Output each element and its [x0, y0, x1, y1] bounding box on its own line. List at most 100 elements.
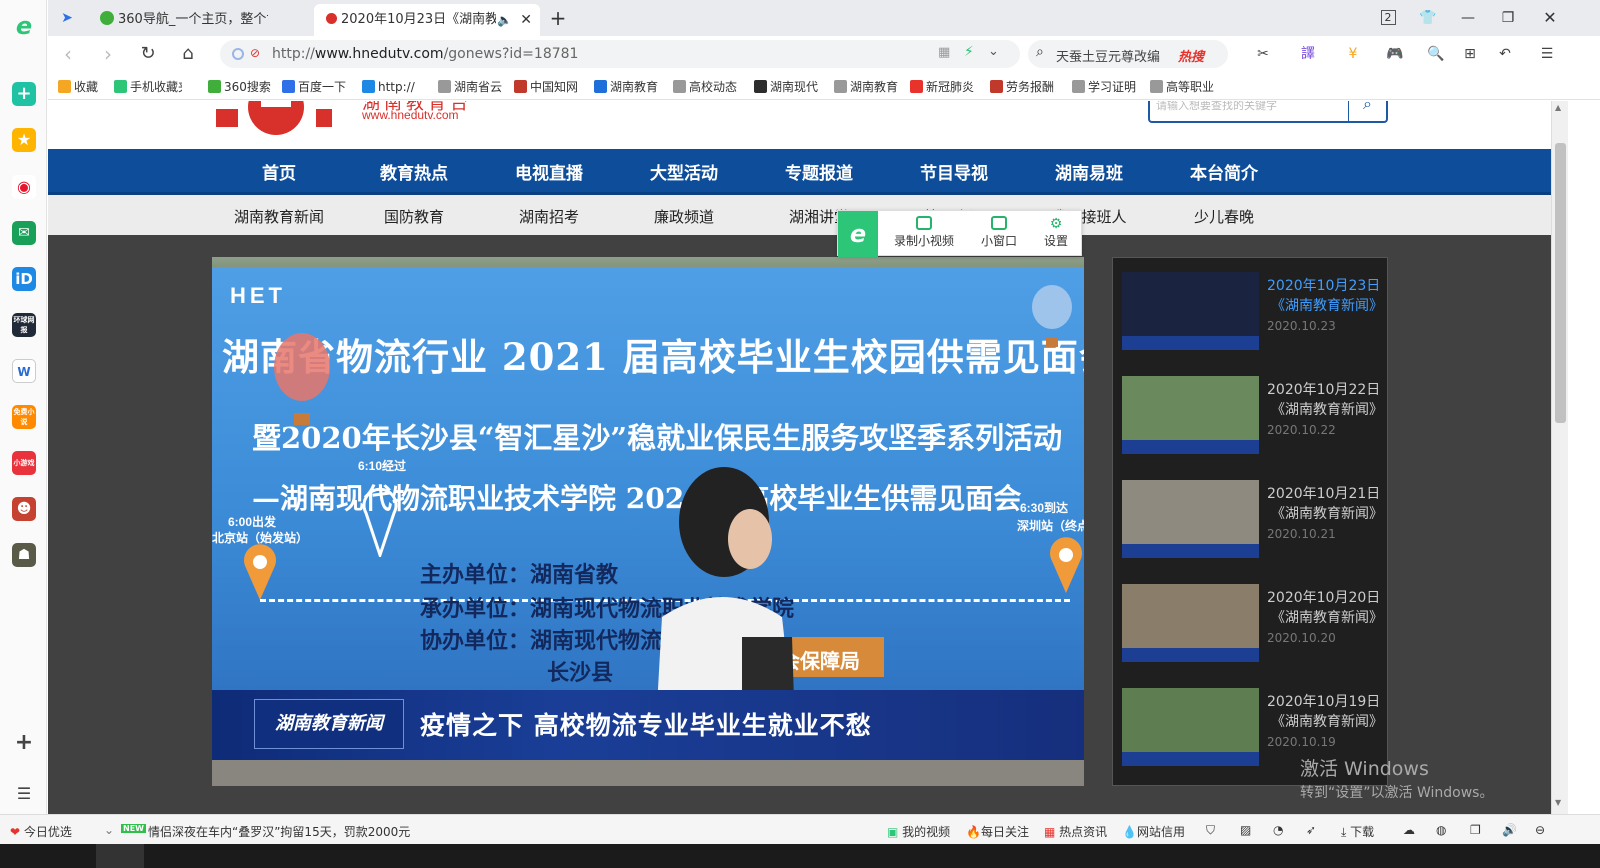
- playlist-item[interactable]: 2020年10月22日 《湖南教育新闻》 2020.10.22: [1122, 376, 1384, 456]
- speedometer-icon[interactable]: ◔: [1273, 823, 1283, 837]
- nav-main-item[interactable]: 湖南易班: [1039, 159, 1139, 184]
- bookmark-item[interactable]: 360搜索: [208, 78, 271, 96]
- bookmark-item[interactable]: 新冠肺炎: [910, 78, 974, 96]
- bookmark-item[interactable]: 湖南省云: [438, 78, 502, 96]
- playlist-title[interactable]: 《湖南教育新闻》: [1271, 295, 1383, 315]
- playlist-item[interactable]: 2020年10月20日 《湖南教育新闻》 2020.10.20: [1122, 584, 1384, 664]
- coin-icon[interactable]: ¥: [1338, 44, 1368, 64]
- bookmark-item[interactable]: 学习证明: [1072, 78, 1136, 96]
- scroll-down-icon[interactable]: ▼: [1555, 798, 1561, 807]
- star-icon[interactable]: ★: [12, 128, 36, 152]
- record-video-button[interactable]: 录制小视频: [884, 216, 964, 249]
- minimize-icon[interactable]: —: [1453, 4, 1483, 32]
- playlist-thumbnail[interactable]: [1122, 272, 1259, 350]
- mail-icon[interactable]: ✉: [12, 221, 36, 245]
- bookmark-item[interactable]: 中国知网: [514, 78, 578, 96]
- tab-360[interactable]: 360导航_一个主页，整个世界: [96, 4, 311, 36]
- volume-icon[interactable]: 🔊: [1502, 823, 1517, 837]
- dropdown-icon[interactable]: ⌄: [988, 44, 999, 59]
- bookmark-item[interactable]: 收藏: [58, 78, 98, 96]
- playlist-title[interactable]: 《湖南教育新闻》: [1271, 711, 1383, 731]
- news-icon[interactable]: 环球网报: [12, 313, 36, 337]
- playlist-item[interactable]: 2020年10月21日 《湖南教育新闻》 2020.10.21: [1122, 480, 1384, 560]
- bookmark-item[interactable]: http://: [362, 78, 415, 96]
- address-bar[interactable]: ⊘ http://www.hnedutv.com/gonews?id=18781…: [220, 40, 1020, 68]
- playlist-date[interactable]: 2020年10月19日: [1267, 691, 1380, 711]
- search-suggestion[interactable]: 天蚕土豆元尊改编: [1056, 46, 1171, 65]
- bookmark-item[interactable]: 百度一下: [282, 78, 346, 96]
- window-icon[interactable]: ❐: [1470, 823, 1481, 837]
- add-icon[interactable]: +: [12, 731, 36, 755]
- cloud-icon[interactable]: ☁: [1403, 823, 1415, 837]
- site-search-icon[interactable]: ⌕: [1348, 101, 1386, 121]
- shirt-icon[interactable]: 👕: [1413, 4, 1443, 32]
- playlist-item[interactable]: 2020年10月19日 《湖南教育新闻》 2020.10.19: [1122, 688, 1384, 768]
- hot-news-button[interactable]: ▦ 热点资讯: [1044, 823, 1107, 840]
- gamepad-icon[interactable]: 🎮: [1380, 44, 1410, 64]
- hot-search-label[interactable]: 热搜: [1178, 46, 1204, 65]
- my-video-button[interactable]: ▣ 我的视频: [887, 823, 950, 840]
- pubg-icon[interactable]: ☗: [12, 543, 36, 567]
- shield-icon[interactable]: ⛉: [1206, 823, 1215, 838]
- novel-icon[interactable]: 免费小说: [12, 405, 36, 429]
- refresh-icon[interactable]: ↻: [134, 40, 162, 68]
- close-window-icon[interactable]: ✕: [1535, 4, 1565, 32]
- game2-icon[interactable]: ☻: [12, 497, 36, 521]
- bookmark-item[interactable]: 高校动态: [673, 78, 737, 96]
- search-box[interactable]: ⌕ 天蚕土豆元尊改编 热搜: [1028, 40, 1228, 68]
- bookmark-item[interactable]: 劳务报酬: [990, 78, 1054, 96]
- playlist-thumbnail[interactable]: [1122, 688, 1259, 766]
- navigate-icon[interactable]: ➤: [52, 4, 82, 32]
- site-logo[interactable]: [216, 101, 356, 135]
- playlist-thumbnail[interactable]: [1122, 480, 1259, 558]
- tab-hnedutv[interactable]: 2020年10月23日《湖南教育新 🔈 ✕: [314, 4, 540, 36]
- site-search-box[interactable]: 请输入想要查找的关键字 ⌕: [1148, 101, 1388, 123]
- nav-sub-item[interactable]: 湖南招考: [489, 206, 609, 227]
- daily-focus-button[interactable]: 🔥每日关注: [966, 823, 1029, 840]
- image-icon[interactable]: ▨: [1240, 823, 1251, 837]
- playlist-date[interactable]: 2020年10月20日: [1267, 587, 1380, 607]
- playlist-thumbnail[interactable]: [1122, 584, 1259, 662]
- nav-main-item[interactable]: 电视直播: [499, 159, 599, 184]
- bookmark-item[interactable]: 湖南教育: [594, 78, 658, 96]
- download-button[interactable]: ⤓ 下载: [1341, 823, 1374, 840]
- taskbar-active-item[interactable]: [96, 844, 144, 868]
- scroll-thumb[interactable]: [1555, 143, 1566, 423]
- qr-icon[interactable]: ▦: [938, 45, 950, 60]
- url-text[interactable]: http://www.hnedutv.com/gonews?id=18781: [272, 40, 578, 68]
- settings-button[interactable]: ⚙ 设置: [1034, 216, 1078, 249]
- news-ticker[interactable]: 情侣深夜在车内“叠罗汉”拘留15天，罚款2000元: [148, 823, 410, 840]
- nav-sub-item[interactable]: 湖南教育新闻: [219, 206, 339, 227]
- speed-icon[interactable]: ⚡: [964, 44, 974, 60]
- playlist-title[interactable]: 《湖南教育新闻》: [1271, 503, 1383, 523]
- doc-icon[interactable]: W: [12, 359, 36, 383]
- tab-count-badge[interactable]: 2: [1373, 4, 1403, 32]
- today-picks[interactable]: ❤ 今日优选: [10, 823, 72, 840]
- bookmark-item[interactable]: 湖南教育: [834, 78, 898, 96]
- mini-window-button[interactable]: 小窗口: [970, 216, 1028, 249]
- playlist-date[interactable]: 2020年10月23日: [1267, 275, 1380, 295]
- playlist-thumbnail[interactable]: [1122, 376, 1259, 454]
- weibo-icon[interactable]: ◉: [12, 175, 36, 199]
- translate-icon[interactable]: 譯: [1293, 44, 1323, 64]
- menu-icon[interactable]: ☰: [12, 782, 36, 806]
- close-tab-icon[interactable]: ✕: [520, 4, 532, 36]
- nav-main-item[interactable]: 教育热点: [364, 159, 464, 184]
- plus-icon[interactable]: +: [12, 82, 36, 106]
- apps-grid-icon[interactable]: ⊞: [1455, 44, 1485, 64]
- forward-icon[interactable]: ›: [94, 40, 122, 68]
- nav-main-item[interactable]: 节目导视: [904, 159, 1004, 184]
- main-menu-icon[interactable]: ☰: [1532, 44, 1562, 64]
- bookmark-item[interactable]: 手机收藏夹: [114, 78, 182, 96]
- restore-icon[interactable]: ❐: [1493, 4, 1523, 32]
- e-icon[interactable]: e: [12, 14, 36, 38]
- cut-icon[interactable]: ✂: [1248, 44, 1278, 64]
- playlist-title[interactable]: 《湖南教育新闻》: [1271, 607, 1383, 627]
- new-tab-button[interactable]: +: [543, 4, 573, 32]
- speaker-icon[interactable]: 🔈: [497, 4, 512, 36]
- nav-main-item[interactable]: 大型活动: [634, 159, 734, 184]
- nav-sub-item[interactable]: 廉政频道: [624, 206, 744, 227]
- playlist-title[interactable]: 《湖南教育新闻》: [1271, 399, 1383, 419]
- mute-icon[interactable]: ⊘: [250, 46, 260, 60]
- bookmark-item[interactable]: 高等职业: [1150, 78, 1214, 96]
